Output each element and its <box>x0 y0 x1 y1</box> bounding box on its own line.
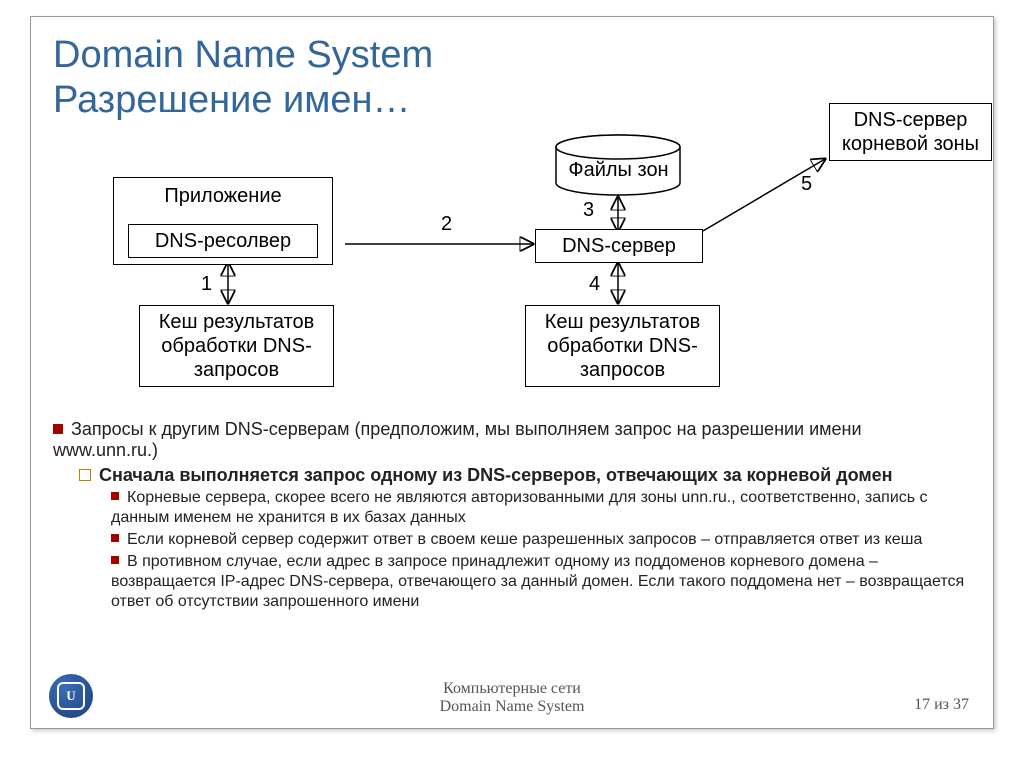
box-dns-server: DNS-сервер <box>535 229 703 263</box>
title-line-2: Разрешение имен… <box>53 79 410 121</box>
bullet-content: Запросы к другим DNS-серверам (предполож… <box>53 419 971 612</box>
zone-files-label: Файлы зон <box>561 159 676 182</box>
footer-line-1: Компьютерные сети <box>443 680 581 697</box>
bullet-level3-c: В противном случае, если адрес в запросе… <box>111 552 971 612</box>
resolver-label: DNS-ресолвер <box>155 230 291 252</box>
page-number: 17 из 37 <box>914 696 969 714</box>
bullet-level3-b: Если корневой сервер содержит ответ в св… <box>111 530 971 550</box>
title-line-1: Domain Name System <box>53 34 433 76</box>
footer: Компьютерные сети Domain Name System <box>31 680 993 716</box>
bullet-level3-a: Корневые сервера, скорее всего не являют… <box>111 488 971 528</box>
box-resolver: DNS-ресолвер <box>128 224 318 258</box>
box-cache-left: Кеш результатов обработки DNS-запросов <box>139 305 334 387</box>
cache-left-label: Кеш результатов обработки DNS-запросов <box>159 311 315 381</box>
dns-server-label: DNS-сервер <box>562 235 676 257</box>
slide-frame: Domain Name System Разрешение имен… <box>30 16 994 729</box>
num-3: 3 <box>583 199 594 222</box>
box-application: Приложение DNS-ресолвер <box>113 177 333 265</box>
num-4: 4 <box>589 273 600 296</box>
footer-line-2: Domain Name System <box>440 698 585 715</box>
num-2: 2 <box>441 213 452 236</box>
root-server-label: DNS-сервер корневой зоны <box>842 109 979 155</box>
application-label: Приложение <box>122 184 324 208</box>
cache-right-label: Кеш результатов обработки DNS-запросов <box>545 311 701 381</box>
num-5: 5 <box>801 173 812 196</box>
bullet-level2: Сначала выполняется запрос одному из DNS… <box>79 465 971 486</box>
num-1: 1 <box>201 273 212 296</box>
box-cache-right: Кеш результатов обработки DNS-запросов <box>525 305 720 387</box>
box-root-server: DNS-сервер корневой зоны <box>829 103 992 161</box>
bullet-level1: Запросы к другим DNS-серверам (предполож… <box>53 419 971 461</box>
diagram-area: Приложение DNS-ресолвер Кеш результатов … <box>53 131 971 411</box>
